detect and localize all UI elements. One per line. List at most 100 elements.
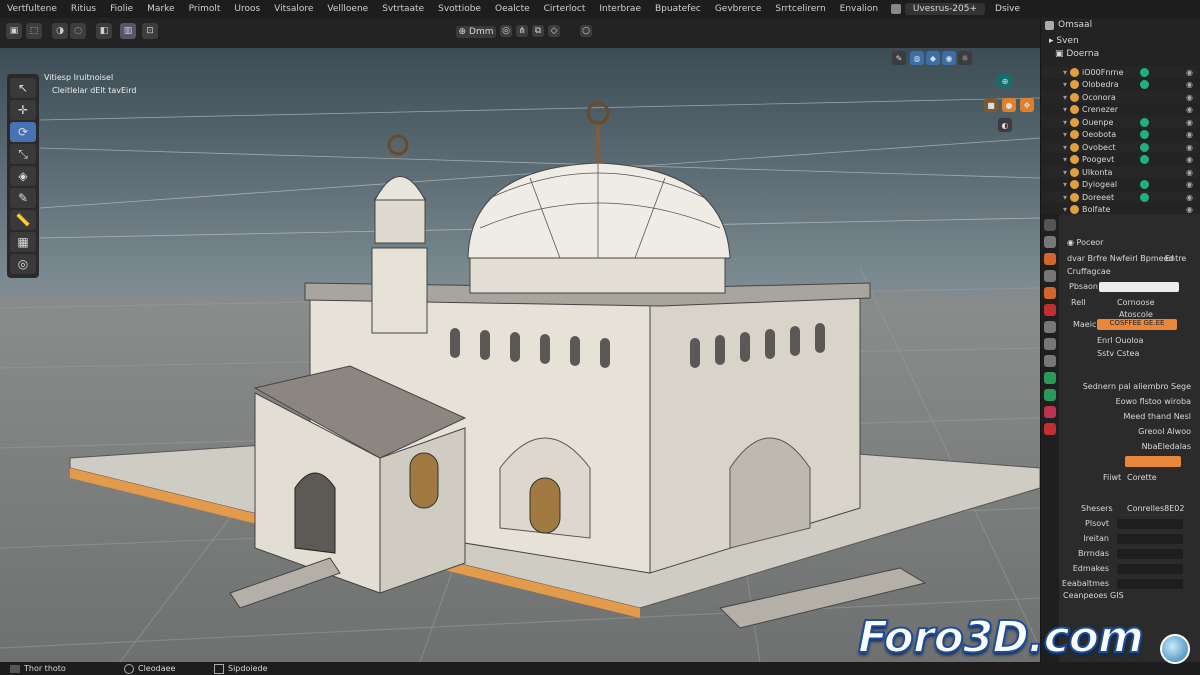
outliner-item[interactable]: ▾ Dyiogeal ◉ (1041, 179, 1199, 191)
visibility-icon[interactable]: ◉ (1186, 118, 1193, 127)
outliner-scene[interactable]: ▣ Doerna (1055, 49, 1099, 59)
pointer-icon[interactable]: ↖ (10, 78, 36, 98)
modifier-icon[interactable] (1140, 117, 1150, 127)
shaders-value[interactable]: Conrelles8E02 (1127, 504, 1184, 513)
particles-tab-icon[interactable] (1044, 355, 1056, 367)
outliner-item[interactable]: ▾ Olobedra ◉ (1041, 79, 1199, 91)
outliner-item[interactable]: ▾ Ulkonta ◉ (1041, 166, 1199, 178)
outliner-item[interactable]: ▾ Ouenpe ◉ (1041, 116, 1199, 128)
select-box-icon[interactable]: ⬚ (26, 23, 42, 39)
menu-item[interactable]: Ritius (64, 4, 103, 14)
shading-wire-icon[interactable]: ◍ (910, 51, 924, 65)
menu-item[interactable]: Svtrtaate (375, 4, 431, 14)
scene-tab-icon[interactable] (1044, 287, 1056, 299)
camera-view-icon[interactable]: ■ (984, 98, 998, 112)
snap-icon[interactable]: ⋔ (516, 25, 528, 37)
modifier-icon[interactable] (1140, 192, 1150, 202)
property-entry[interactable]: Meed thand Nesl (1124, 412, 1191, 421)
property-entry[interactable]: Eowo flstoo wiroba (1116, 397, 1191, 406)
menu-item[interactable]: Interbrae (592, 4, 648, 14)
property-entry[interactable]: Sednern pal aliembro Sege (1083, 382, 1191, 391)
view-layer-tab-icon[interactable] (1044, 270, 1056, 282)
visibility-icon[interactable]: ◉ (1186, 205, 1193, 214)
expand-icon[interactable]: ▾ (1063, 155, 1067, 164)
zoom-icon[interactable]: ● (1002, 98, 1016, 112)
visibility-icon[interactable]: ◉ (1186, 180, 1193, 189)
3d-viewport[interactable]: Vitiesp Iruitnoisel Cleitlelar dElt tavE… (0, 48, 1040, 662)
menu-item[interactable]: Vitsalore (267, 4, 320, 14)
output-tab-icon[interactable] (1044, 253, 1056, 265)
expand-icon[interactable]: ▾ (1063, 118, 1067, 127)
tool-settings-icon[interactable]: ✎ (892, 51, 906, 65)
world-tab-icon[interactable] (1044, 304, 1056, 316)
property-row-field[interactable] (1117, 534, 1183, 544)
pan-icon[interactable]: ✥ (1020, 98, 1034, 112)
expand-icon[interactable]: ▾ (1063, 205, 1067, 214)
proportional-falloff-icon[interactable]: ○ (580, 25, 592, 37)
menu-item[interactable]: Uroos (227, 4, 267, 14)
expand-icon[interactable]: ▾ (1063, 180, 1067, 189)
property-row-field[interactable] (1117, 549, 1183, 559)
visibility-icon[interactable]: ◉ (1186, 143, 1193, 152)
modifier-tab-icon[interactable] (1044, 338, 1056, 350)
visibility-icon[interactable]: ◉ (1186, 168, 1193, 177)
transform-orientation[interactable]: ⊕ Dmm (456, 26, 496, 38)
rotate-icon[interactable]: ⟳ (10, 122, 36, 142)
menu-item[interactable]: Vertfultene (0, 4, 64, 14)
menu-item[interactable]: Marke (140, 4, 181, 14)
menu-item[interactable]: Primolt (182, 4, 228, 14)
expand-icon[interactable]: ▾ (1063, 130, 1067, 139)
shading-solid-icon[interactable]: ◆ (926, 51, 940, 65)
annotate-icon[interactable]: ✎ (10, 188, 36, 208)
object-name-row[interactable]: ◉ Poceor (1067, 238, 1103, 247)
expand-icon[interactable]: ▾ (1063, 93, 1067, 102)
outliner-item[interactable]: ▾ iO00Fnrne ◉ (1041, 66, 1199, 78)
visibility-icon[interactable]: ◉ (1186, 80, 1193, 89)
expand-icon[interactable]: ▾ (1063, 143, 1067, 152)
outliner-item[interactable]: ▾ Doreeet ◉ (1041, 191, 1199, 203)
property-row-field[interactable] (1117, 564, 1183, 574)
modifier-icon[interactable] (1140, 80, 1150, 89)
modifier-icon[interactable] (1140, 155, 1150, 164)
measure-icon[interactable]: 📏 (10, 210, 36, 230)
visibility-icon[interactable]: ◉ (1186, 155, 1193, 164)
proportional-edit-icon[interactable]: ◇ (548, 25, 560, 37)
edge-mode-icon[interactable]: ◧ (96, 23, 112, 39)
add-cube-icon[interactable]: ▦ (10, 232, 36, 252)
field1-input[interactable] (1099, 282, 1179, 292)
menu-item[interactable]: Oealcte (488, 4, 537, 14)
scale-icon[interactable]: ⤡ (10, 144, 36, 164)
menu-item[interactable]: Fiolie (103, 4, 140, 14)
outliner-item[interactable]: ▾ Oeobota ◉ (1041, 129, 1199, 141)
constraints-tab-icon[interactable] (1044, 389, 1056, 401)
visibility-icon[interactable]: ◉ (1186, 93, 1193, 102)
tool-tab-icon[interactable] (1044, 219, 1056, 231)
expand-icon[interactable]: ▾ (1063, 80, 1067, 89)
expand-icon[interactable]: ▾ (1063, 168, 1067, 177)
data-tab-icon[interactable] (1044, 406, 1056, 418)
property-row-field[interactable] (1117, 579, 1183, 589)
outliner-item[interactable]: ▾ Oconora ◉ (1041, 91, 1199, 103)
menu-item[interactable]: Srrtcelirern (768, 4, 832, 14)
render-tab-icon[interactable] (1044, 236, 1056, 248)
visibility-icon[interactable]: ◉ (1186, 68, 1193, 77)
nav-gizmo-icon[interactable]: ⊕ (998, 74, 1012, 88)
fiwt-value[interactable]: Corette (1127, 473, 1157, 482)
object-tab-icon[interactable] (1044, 321, 1056, 333)
editor-type-icon[interactable]: ▣ (6, 23, 22, 39)
modifier-icon[interactable] (1140, 142, 1150, 152)
render-engine-label[interactable]: Dsive (995, 4, 1020, 14)
material-tab-icon[interactable] (1044, 423, 1056, 435)
property-entry[interactable]: NbaEledalas (1142, 442, 1191, 451)
expand-icon[interactable]: ▾ (1063, 105, 1067, 114)
menu-item[interactable]: Envalion (833, 4, 885, 14)
select-mode-icon[interactable]: ◑ (52, 23, 68, 39)
shading-render-icon[interactable]: ☼ (958, 51, 972, 65)
value-row-2[interactable]: Sstv Cstea (1097, 349, 1139, 358)
menu-item[interactable]: Vellloene (320, 4, 375, 14)
outliner-collection[interactable]: ▸ Sven (1049, 36, 1079, 46)
menu-item[interactable]: Svottiobe (431, 4, 488, 14)
transform-icon[interactable]: ◈ (10, 166, 36, 186)
physics-tab-icon[interactable] (1044, 372, 1056, 384)
overlay-icon[interactable]: ⊡ (142, 23, 158, 39)
